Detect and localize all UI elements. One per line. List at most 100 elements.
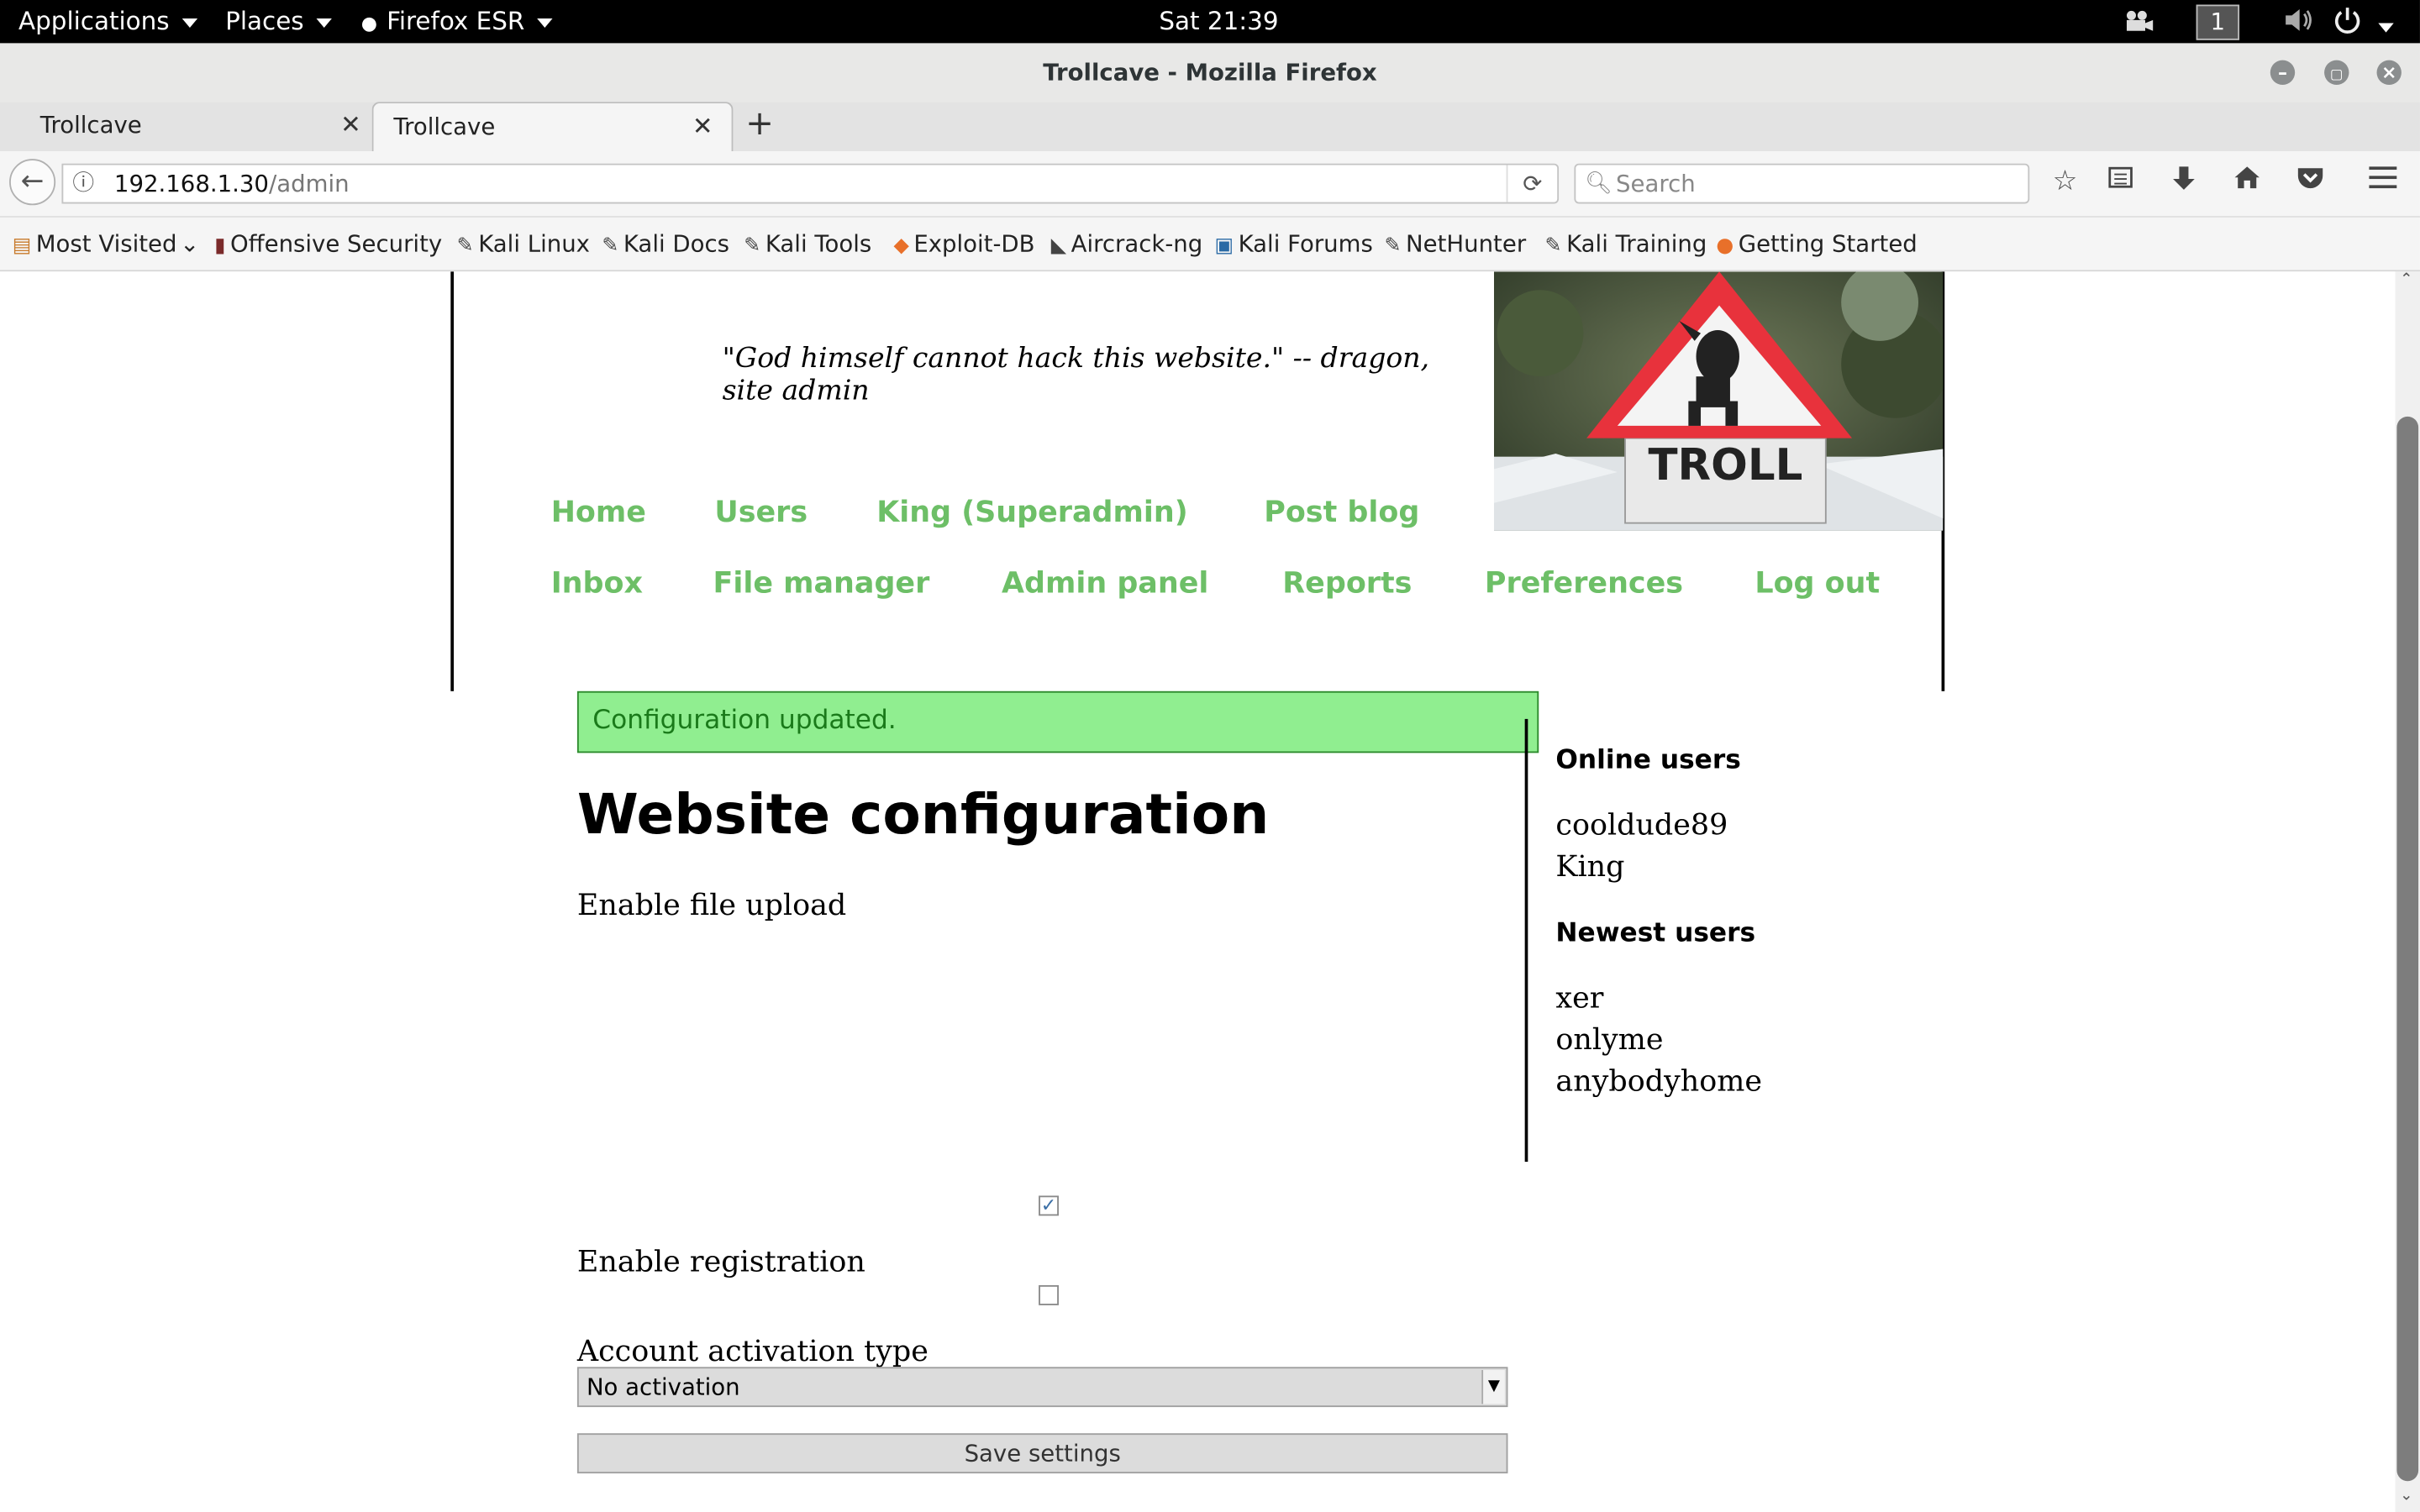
plus-icon: +	[745, 104, 774, 144]
search-icon: 🔍︎	[1585, 171, 1612, 197]
bookmark-getting-started[interactable]: ● Getting Started	[1716, 230, 1917, 258]
nav-post-blog[interactable]: Post blog	[1264, 496, 1419, 529]
close-icon: ×	[2381, 61, 2397, 84]
chevron-down-icon: ▼	[1481, 1369, 1505, 1404]
newest-user-item[interactable]: anybodyhome	[1555, 1064, 1762, 1098]
nav-users[interactable]: Users	[714, 496, 808, 529]
tab-label: Trollcave	[39, 111, 142, 139]
firefox-small-icon: ●	[360, 12, 378, 34]
places-menu[interactable]: Places	[225, 6, 332, 35]
activation-type-value: No activation	[586, 1373, 740, 1401]
new-tab-button[interactable]: +	[745, 102, 774, 151]
maximize-button[interactable]: ▢	[2324, 60, 2349, 86]
download-icon[interactable]	[2171, 165, 2196, 201]
info-icon[interactable]: ⓘ	[72, 165, 94, 202]
nav-inbox[interactable]: Inbox	[551, 566, 643, 600]
tab-trollcave-1[interactable]: Trollcave ✕	[22, 102, 371, 151]
success-alert: Configuration updated.	[576, 690, 1539, 753]
chevron-down-icon	[316, 18, 332, 28]
close-tab-icon[interactable]: ✕	[692, 103, 713, 150]
activation-type-select[interactable]: No activation ▼	[576, 1367, 1508, 1408]
minimize-button[interactable]: –	[2270, 60, 2296, 86]
bookmark-kali-docs[interactable]: ✎ Kali Docs	[602, 230, 729, 258]
tab-strip: Trollcave ✕ Trollcave ✕ +	[0, 102, 2420, 151]
checkmark-icon: ✓	[1040, 1194, 1057, 1216]
pocket-icon[interactable]	[2296, 165, 2324, 198]
nav-log-out[interactable]: Log out	[1754, 566, 1880, 600]
site-tagline: "God himself cannot hack this website." …	[722, 342, 1430, 407]
power-menu[interactable]	[2333, 6, 2394, 39]
bookmark-label: Most Visited	[35, 229, 177, 258]
sidebar-divider	[1524, 718, 1528, 1163]
registration-checkbox[interactable]	[1039, 1284, 1059, 1305]
folder-icon: ▤	[12, 234, 32, 258]
workspace-indicator[interactable]: 1	[2196, 4, 2240, 40]
window-title: Trollcave - Mozilla Firefox	[1043, 58, 1377, 87]
bookmark-offensive-security[interactable]: ▮ Offensive Security	[214, 230, 442, 258]
bookmark-kali-training[interactable]: ✎ Kali Training	[1545, 230, 1707, 258]
kali-icon: ✎	[1384, 234, 1402, 258]
url-path: /admin	[268, 170, 350, 198]
video-icon[interactable]	[2123, 8, 2154, 39]
applications-menu[interactable]: Applications	[18, 6, 197, 35]
scroll-down-icon[interactable]: ⌄	[2400, 1488, 2412, 1504]
arrow-left-icon: ←	[20, 165, 45, 198]
bookmark-kali-linux[interactable]: ✎ Kali Linux	[457, 230, 590, 258]
exploitdb-icon: ◆	[893, 234, 909, 258]
tab-label: Trollcave	[393, 113, 496, 141]
web-page: "God himself cannot hack this website." …	[0, 271, 2396, 1512]
nav-king-superadmin[interactable]: King (Superadmin)	[876, 496, 1187, 529]
file-upload-label: Enable file upload	[576, 888, 847, 923]
bookmark-star-icon[interactable]: ☆	[2053, 165, 2078, 198]
scroll-up-icon[interactable]: ⌃	[2400, 271, 2412, 288]
bookmark-nethunter[interactable]: ✎ NetHunter	[1385, 230, 1527, 258]
bookmark-exploit-db[interactable]: ◆ Exploit-DB	[893, 230, 1034, 258]
chevron-down-icon: ⌄	[180, 229, 200, 258]
newest-user-item[interactable]: xer	[1555, 981, 1603, 1015]
url-text[interactable]: 192.168.1.30/admin	[114, 165, 350, 202]
bookmark-label: Getting Started	[1738, 229, 1918, 258]
nav-preferences[interactable]: Preferences	[1485, 566, 1683, 600]
troll-sign-image: TROLL	[1493, 271, 1944, 531]
clock[interactable]: Sat 21:39	[1159, 6, 1278, 35]
kali-forums-icon: ▣	[1214, 234, 1234, 258]
search-bar[interactable]: 🔍︎ Search	[1574, 163, 2030, 204]
tab-trollcave-2[interactable]: Trollcave ✕	[371, 102, 734, 151]
online-users-heading: Online users	[1555, 745, 1741, 776]
bookmark-kali-forums[interactable]: ▣ Kali Forums	[1214, 230, 1372, 258]
volume-icon[interactable]	[2284, 8, 2315, 39]
home-icon[interactable]	[2233, 165, 2261, 198]
bookmark-most-visited[interactable]: ▤ Most Visited ⌄	[13, 230, 200, 258]
bookmark-label: Offensive Security	[229, 229, 443, 258]
nav-file-manager[interactable]: File manager	[713, 566, 930, 600]
close-tab-icon[interactable]: ✕	[340, 102, 361, 148]
newest-users-heading: Newest users	[1555, 917, 1756, 949]
url-host: 192.168.1.30	[113, 170, 269, 198]
search-input[interactable]: Search	[1616, 165, 1696, 202]
places-label: Places	[225, 6, 304, 36]
firefox-app-label: Firefox ESR	[387, 6, 525, 36]
nav-reports[interactable]: Reports	[1282, 566, 1412, 600]
maximize-icon: ▢	[2329, 67, 2344, 84]
reading-list-icon[interactable]	[2108, 165, 2133, 198]
file-upload-checkbox[interactable]: ✓	[1039, 1194, 1059, 1216]
bookmark-aircrack-ng[interactable]: ◣ Aircrack-ng	[1051, 230, 1202, 258]
offsec-icon: ▮	[214, 234, 226, 258]
online-user-item[interactable]: King	[1555, 850, 1624, 884]
bookmark-kali-tools[interactable]: ✎ Kali Tools	[744, 230, 871, 258]
nav-home[interactable]: Home	[551, 496, 646, 529]
reload-icon[interactable]: ⟳	[1506, 165, 1558, 202]
nav-admin-panel[interactable]: Admin panel	[1002, 566, 1208, 600]
newest-user-item[interactable]: onlyme	[1555, 1023, 1663, 1057]
bookmarks-toolbar: ▤ Most Visited ⌄ ▮ Offensive Security ✎ Kali…	[0, 217, 2420, 272]
close-window-button[interactable]: ×	[2376, 60, 2402, 86]
page-heading: Website configuration	[576, 784, 1270, 848]
scrollbar-thumb[interactable]	[2396, 416, 2419, 1482]
back-button[interactable]: ←	[9, 159, 56, 206]
hamburger-menu-icon[interactable]	[2369, 165, 2397, 198]
url-bar[interactable]: ⓘ 192.168.1.30/admin ⟳	[61, 163, 1560, 204]
online-user-item[interactable]: cooldude89	[1555, 808, 1728, 842]
power-icon	[2334, 8, 2360, 34]
save-settings-button[interactable]: Save settings	[576, 1433, 1508, 1474]
firefox-app-menu[interactable]: ● Firefox ESR	[361, 6, 553, 35]
